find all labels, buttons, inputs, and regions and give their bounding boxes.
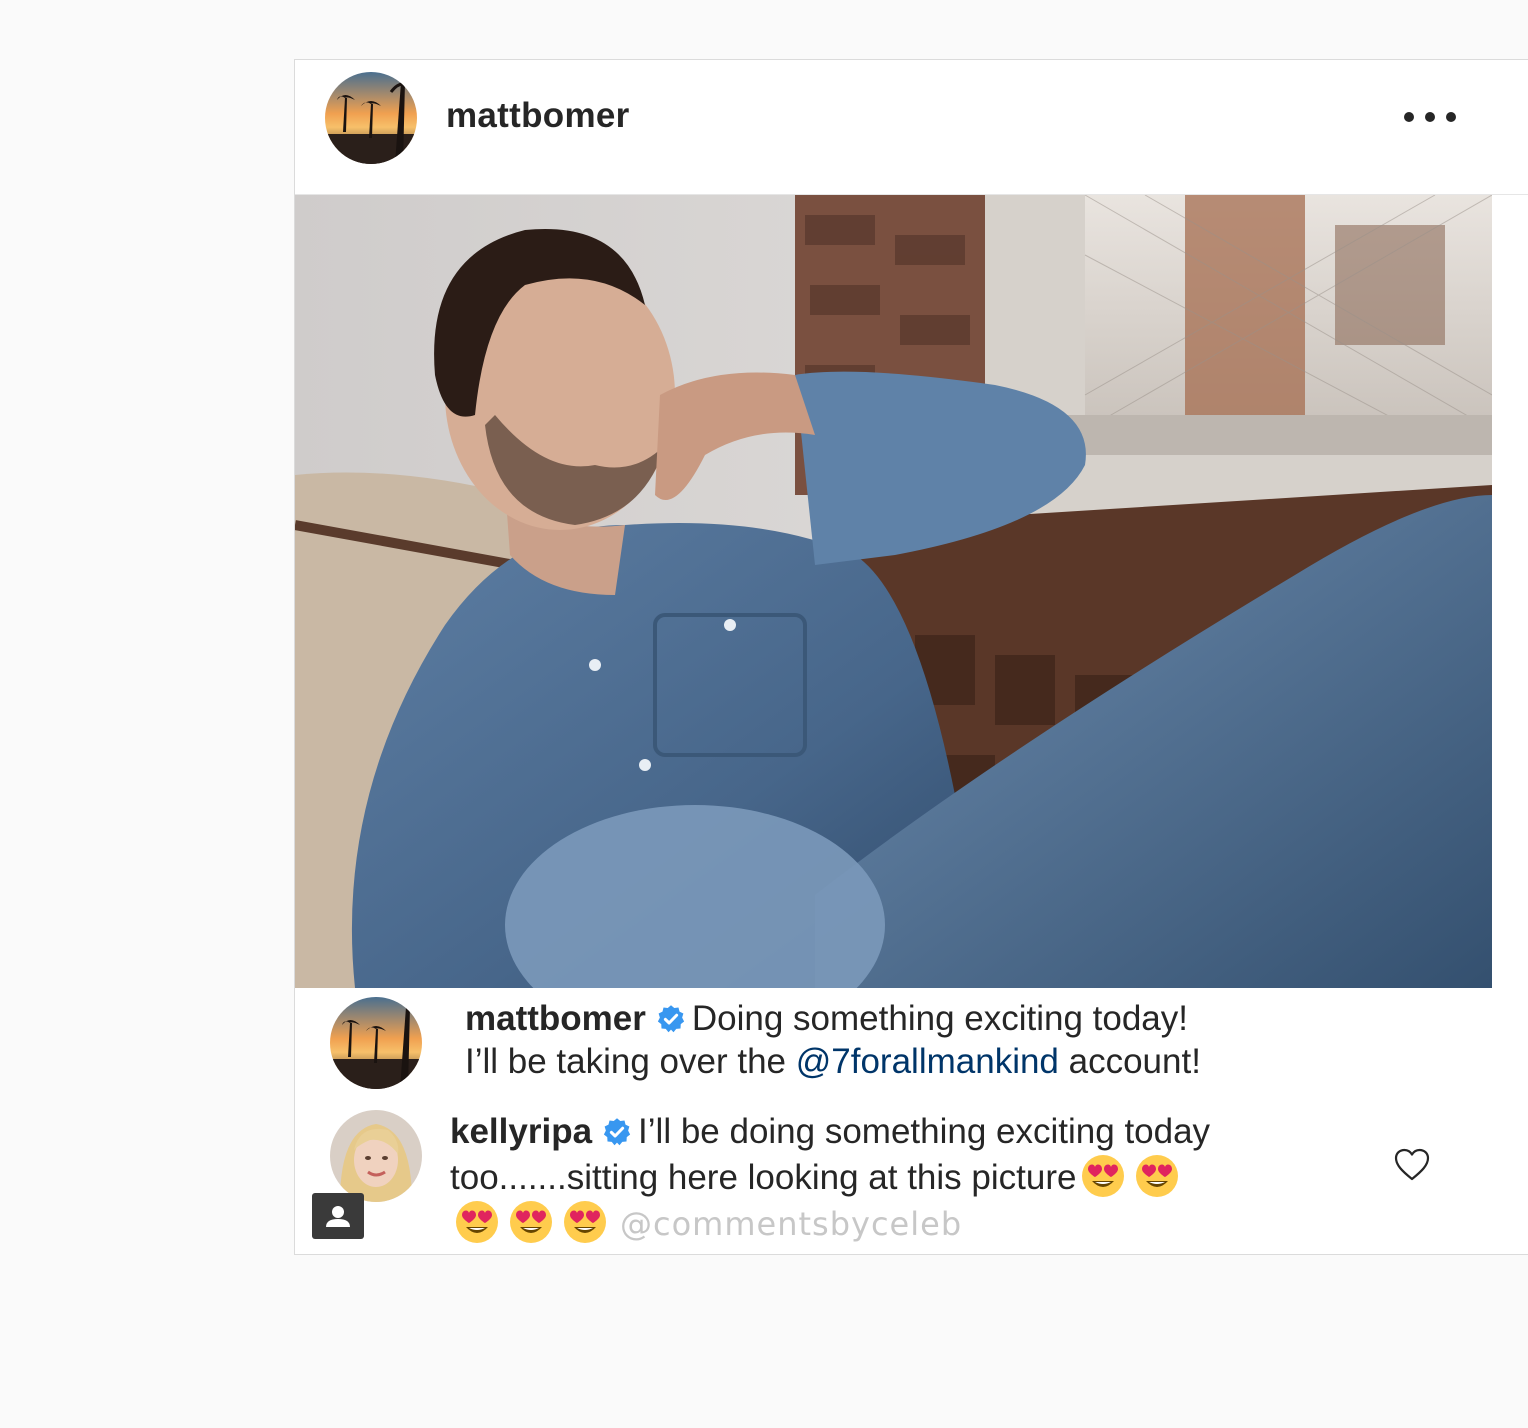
post-photo-image <box>295 195 1492 988</box>
verified-badge-icon <box>602 1117 632 1147</box>
comment-line-1: kellyripa I’ll be doing something excitin… <box>450 1110 1210 1153</box>
caption-row: mattbomer Doing something exciting today!… <box>295 997 1528 1097</box>
dot <box>1404 112 1414 122</box>
heart-eyes-emoji-icon <box>562 1199 608 1245</box>
caption-line-2-suffix: account! <box>1058 1042 1201 1081</box>
comment-line-2-text: too.......sitting here looking at this p… <box>450 1158 1077 1197</box>
caption-line-2: I’ll be taking over the @7forallmankind … <box>465 1040 1201 1083</box>
caption-line-2-prefix: I’ll be taking over the <box>465 1042 796 1081</box>
caption-username[interactable]: mattbomer <box>465 999 646 1038</box>
watermark: @commentsbyceleb <box>620 1205 963 1243</box>
heart-eyes-emoji-icon <box>1080 1153 1126 1199</box>
instagram-post: mattbomer mattbomer Doing something exci… <box>294 59 1528 1255</box>
heart-outline-icon[interactable] <box>1394 1148 1430 1182</box>
caption-line-1-text: Doing something exciting today! <box>691 999 1188 1038</box>
comment-text: kellyripa I’ll be doing something excitin… <box>450 1110 1210 1246</box>
caption-mention-link[interactable]: @7forallmankind <box>796 1042 1059 1081</box>
author-username[interactable]: mattbomer <box>446 96 630 136</box>
comment-row: kellyripa I’ll be doing something excitin… <box>295 1110 1528 1250</box>
sunset-palm-avatar-icon <box>330 997 422 1089</box>
heart-eyes-emoji-icon <box>454 1199 500 1245</box>
comment-line-1-text: I’ll be doing something exciting today <box>638 1112 1211 1151</box>
caption-avatar[interactable] <box>330 997 422 1089</box>
heart-eyes-emoji-icon <box>508 1199 554 1245</box>
dot <box>1425 112 1435 122</box>
person-portrait-avatar-icon <box>330 1110 422 1202</box>
sunset-palm-avatar-icon <box>325 72 417 164</box>
commenter-avatar[interactable] <box>330 1110 422 1202</box>
post-header: mattbomer <box>295 60 1528 195</box>
caption-text: mattbomer Doing something exciting today!… <box>465 997 1201 1083</box>
dot <box>1446 112 1456 122</box>
verified-badge-icon <box>656 1004 686 1034</box>
caption-line-1: mattbomer Doing something exciting today! <box>465 997 1201 1040</box>
author-avatar[interactable] <box>325 72 417 164</box>
more-options-icon[interactable] <box>1404 100 1456 134</box>
commenter-username[interactable]: kellyripa <box>450 1112 592 1151</box>
comment-line-2: too.......sitting here looking at this p… <box>450 1153 1210 1199</box>
heart-eyes-emoji-icon <box>1134 1153 1180 1199</box>
comment-line-3: @commentsbyceleb <box>450 1199 1210 1246</box>
post-photo[interactable] <box>295 195 1492 988</box>
person-icon[interactable] <box>312 1193 364 1239</box>
